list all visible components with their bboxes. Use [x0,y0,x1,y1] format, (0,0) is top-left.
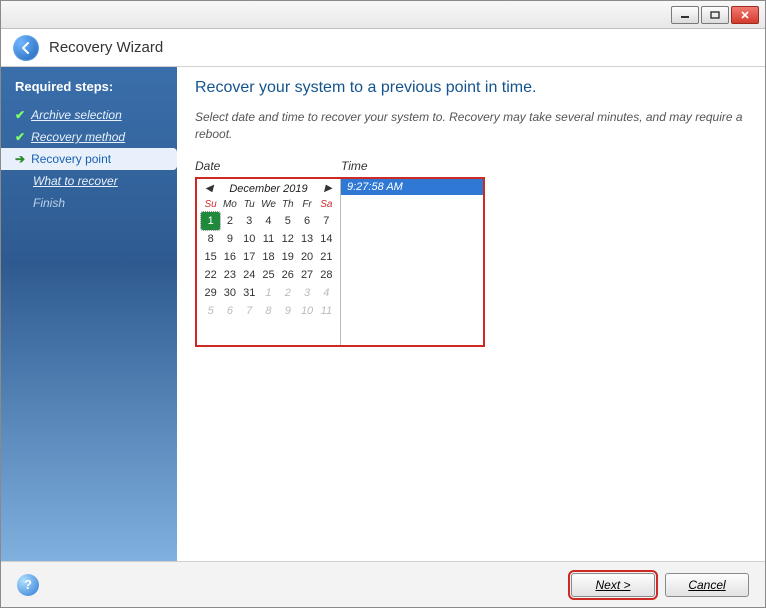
calendar-day[interactable]: 27 [297,266,316,284]
calendar-dow-tu: Tu [240,199,259,210]
calendar-day[interactable]: 13 [297,230,316,248]
time-column-header: Time [341,159,483,177]
calendar-day[interactable]: 23 [220,266,239,284]
main-subtitle: Select date and time to recover your sys… [195,109,747,143]
calendar-day[interactable]: 14 [317,230,336,248]
calendar-month-label: December 2019 [229,183,307,195]
calendar-day[interactable]: 16 [220,248,239,266]
calendar-day-other[interactable]: 11 [317,302,336,320]
calendar-next-icon[interactable]: ▶ [322,183,334,194]
sidebar-step-3[interactable]: What to recover [1,170,177,192]
sidebar-step-label: Finish [33,196,65,210]
calendar-day[interactable]: 25 [259,266,278,284]
calendar-day[interactable]: 22 [201,266,220,284]
back-button[interactable] [13,35,39,61]
calendar-day[interactable]: 30 [220,284,239,302]
calendar-day-other[interactable]: 6 [220,302,239,320]
check-icon: ✔ [15,130,25,144]
calendar-day-other[interactable]: 7 [240,302,259,320]
calendar-day[interactable]: 18 [259,248,278,266]
calendar-day-other[interactable]: 5 [201,302,220,320]
wizard-footer: ? Next > Cancel [1,561,765,607]
sidebar-step-0[interactable]: ✔ Archive selection [1,104,177,126]
calendar-day[interactable]: 4 [259,212,278,230]
calendar-day[interactable]: 1 [201,212,220,230]
calendar-day[interactable]: 5 [278,212,297,230]
calendar-day[interactable]: 17 [240,248,259,266]
main-title: Recover your system to a previous point … [195,79,747,97]
sidebar-heading: Required steps: [1,75,177,104]
calendar-day-other[interactable]: 4 [317,284,336,302]
page-title: Recovery Wizard [49,39,163,56]
wizard-header: Recovery Wizard [1,29,765,67]
calendar-day[interactable]: 12 [278,230,297,248]
sidebar-step-label: Recovery point [31,152,111,166]
calendar-day[interactable]: 24 [240,266,259,284]
calendar-day-other[interactable]: 2 [278,284,297,302]
calendar-dow-we: We [259,199,278,210]
calendar-day-other[interactable]: 10 [297,302,316,320]
calendar-day[interactable]: 2 [220,212,239,230]
calendar-day[interactable]: 6 [297,212,316,230]
time-list-item[interactable]: 9:27:58 AM [341,179,483,195]
sidebar-step-4: Finish [1,192,177,214]
calendar[interactable]: ◀ December 2019 ▶ SuMoTuWeThFrSa 1234567… [197,179,341,345]
calendar-day[interactable]: 31 [240,284,259,302]
calendar-day[interactable]: 15 [201,248,220,266]
calendar-dow-su: Su [201,199,220,210]
sidebar-step-1[interactable]: ✔ Recovery method [1,126,177,148]
calendar-dow-mo: Mo [220,199,239,210]
arrow-right-icon: ➔ [15,152,25,166]
calendar-day[interactable]: 11 [259,230,278,248]
cancel-button[interactable]: Cancel [665,573,749,597]
wizard-sidebar: Required steps: ✔ Archive selection ✔ Recov… [1,67,177,561]
calendar-day[interactable]: 10 [240,230,259,248]
minimize-button[interactable] [671,6,699,24]
close-button[interactable] [731,6,759,24]
calendar-day-other[interactable]: 8 [259,302,278,320]
next-button[interactable]: Next > [571,573,655,597]
calendar-day-other[interactable]: 1 [259,284,278,302]
calendar-prev-icon[interactable]: ◀ [203,183,215,194]
calendar-dow-sa: Sa [317,199,336,210]
check-icon: ✔ [15,108,25,122]
calendar-day[interactable]: 29 [201,284,220,302]
calendar-day-other[interactable]: 3 [297,284,316,302]
calendar-day[interactable]: 26 [278,266,297,284]
maximize-button[interactable] [701,6,729,24]
sidebar-step-label: Recovery method [31,130,125,144]
time-list[interactable]: 9:27:58 AM [341,179,483,345]
date-time-picker: ◀ December 2019 ▶ SuMoTuWeThFrSa 1234567… [195,177,485,347]
calendar-day[interactable]: 3 [240,212,259,230]
calendar-day[interactable]: 21 [317,248,336,266]
calendar-day[interactable]: 8 [201,230,220,248]
window-titlebar [1,1,765,29]
calendar-day-other[interactable]: 9 [278,302,297,320]
calendar-dow-th: Th [278,199,297,210]
sidebar-step-2[interactable]: ➔ Recovery point [1,148,177,170]
sidebar-step-label: Archive selection [31,108,122,122]
calendar-day[interactable]: 19 [278,248,297,266]
calendar-day[interactable]: 7 [317,212,336,230]
sidebar-step-label: What to recover [33,174,118,188]
calendar-day[interactable]: 9 [220,230,239,248]
help-icon[interactable]: ? [17,574,39,596]
calendar-day[interactable]: 20 [297,248,316,266]
wizard-main: Recover your system to a previous point … [177,67,765,561]
calendar-dow-fr: Fr [297,199,316,210]
date-column-header: Date [195,159,341,177]
calendar-day[interactable]: 28 [317,266,336,284]
